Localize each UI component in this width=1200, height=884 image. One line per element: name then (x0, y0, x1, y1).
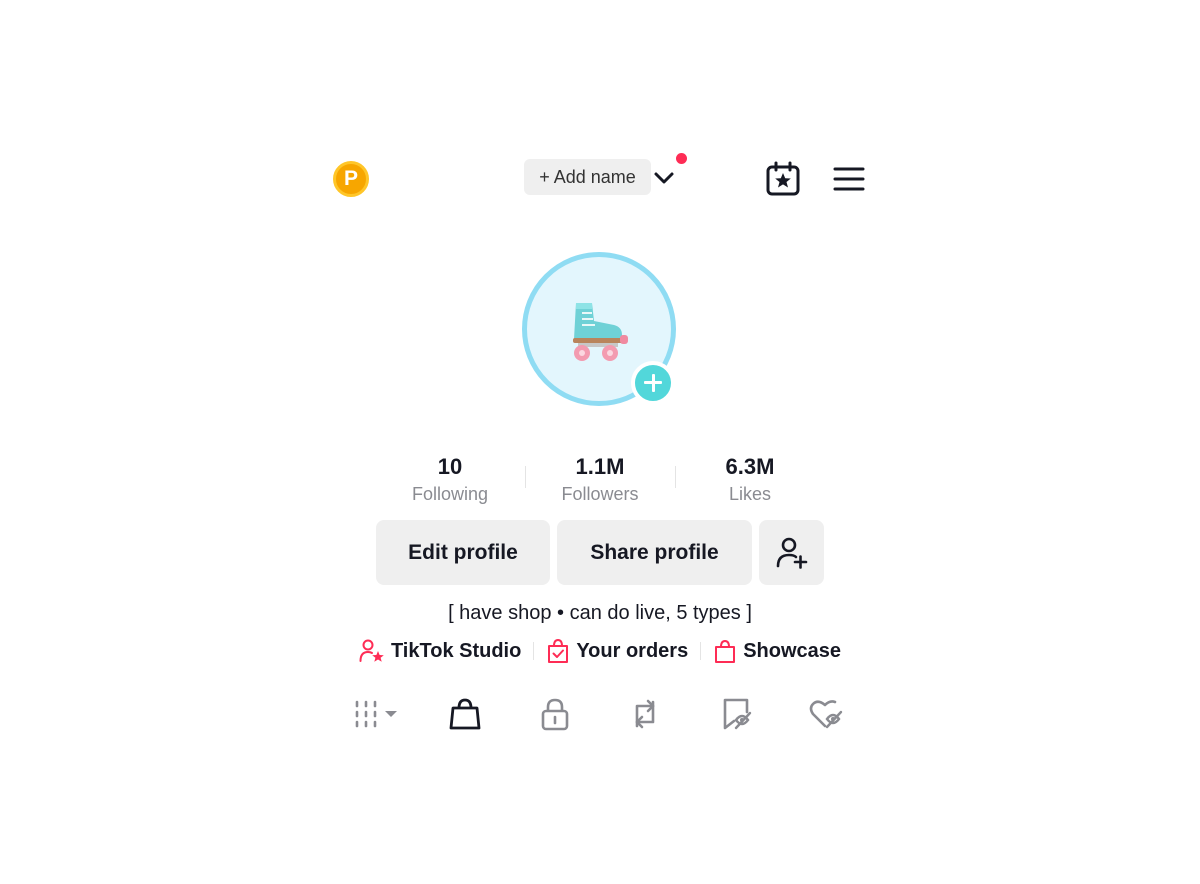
tab-liked[interactable] (808, 696, 844, 732)
stat-label: Following (411, 484, 489, 504)
tab-private[interactable] (537, 696, 573, 732)
favorites-icon (723, 698, 752, 730)
profile-links: TikTok Studio Your orders Showcase (300, 638, 900, 664)
add-friend-button[interactable] (759, 520, 824, 585)
tab-videos[interactable] (353, 696, 401, 732)
add-name-button[interactable]: + Add name (524, 159, 651, 195)
calendar-star-icon[interactable] (765, 161, 801, 197)
stat-label: Likes (728, 484, 772, 504)
link-label: Showcase (743, 639, 842, 662)
stat-value: 1.1M (575, 454, 625, 479)
roller-skate-icon (573, 303, 628, 361)
points-coin-icon[interactable]: P (333, 161, 369, 197)
add-avatar-button[interactable] (631, 361, 675, 405)
stat-following[interactable]: 10 Following (375, 452, 525, 506)
chevron-down-icon[interactable] (652, 166, 676, 190)
edit-profile-button[interactable]: Edit profile (376, 520, 550, 585)
share-profile-button[interactable]: Share profile (557, 520, 752, 585)
link-label: Your orders (576, 639, 689, 662)
profile-bio: [ have shop • can do live, 5 types ] (448, 602, 752, 624)
link-showcase[interactable]: Showcase (713, 638, 841, 664)
liked-icon (809, 700, 843, 729)
tab-reposts[interactable] (627, 696, 663, 732)
stat-likes[interactable]: 6.3M Likes (675, 452, 825, 506)
tab-favorites[interactable] (719, 696, 755, 732)
stat-value: 10 (437, 454, 463, 479)
stat-value: 6.3M (725, 454, 775, 479)
notification-dot (676, 153, 687, 164)
videos-grid-icon (355, 700, 397, 728)
stat-label: Followers (561, 484, 639, 504)
link-tiktok-studio[interactable]: TikTok Studio (359, 638, 521, 664)
studio-person-star-icon (359, 639, 384, 662)
coin-letter: P (343, 167, 358, 190)
showcase-bag-icon (715, 639, 736, 663)
link-divider (700, 642, 702, 660)
tab-shop[interactable] (447, 696, 483, 732)
link-your-orders[interactable]: Your orders (546, 638, 688, 664)
private-lock-icon (541, 698, 569, 731)
orders-bag-check-icon (548, 638, 569, 663)
plus-icon-v (651, 374, 655, 392)
link-divider (533, 642, 535, 660)
link-label: TikTok Studio (390, 639, 522, 662)
shop-bag-icon (449, 698, 481, 730)
stat-followers[interactable]: 1.1M Followers (525, 452, 675, 506)
add-friend-icon (776, 537, 807, 569)
hamburger-menu-icon[interactable] (832, 164, 866, 194)
reposts-icon (635, 699, 655, 729)
